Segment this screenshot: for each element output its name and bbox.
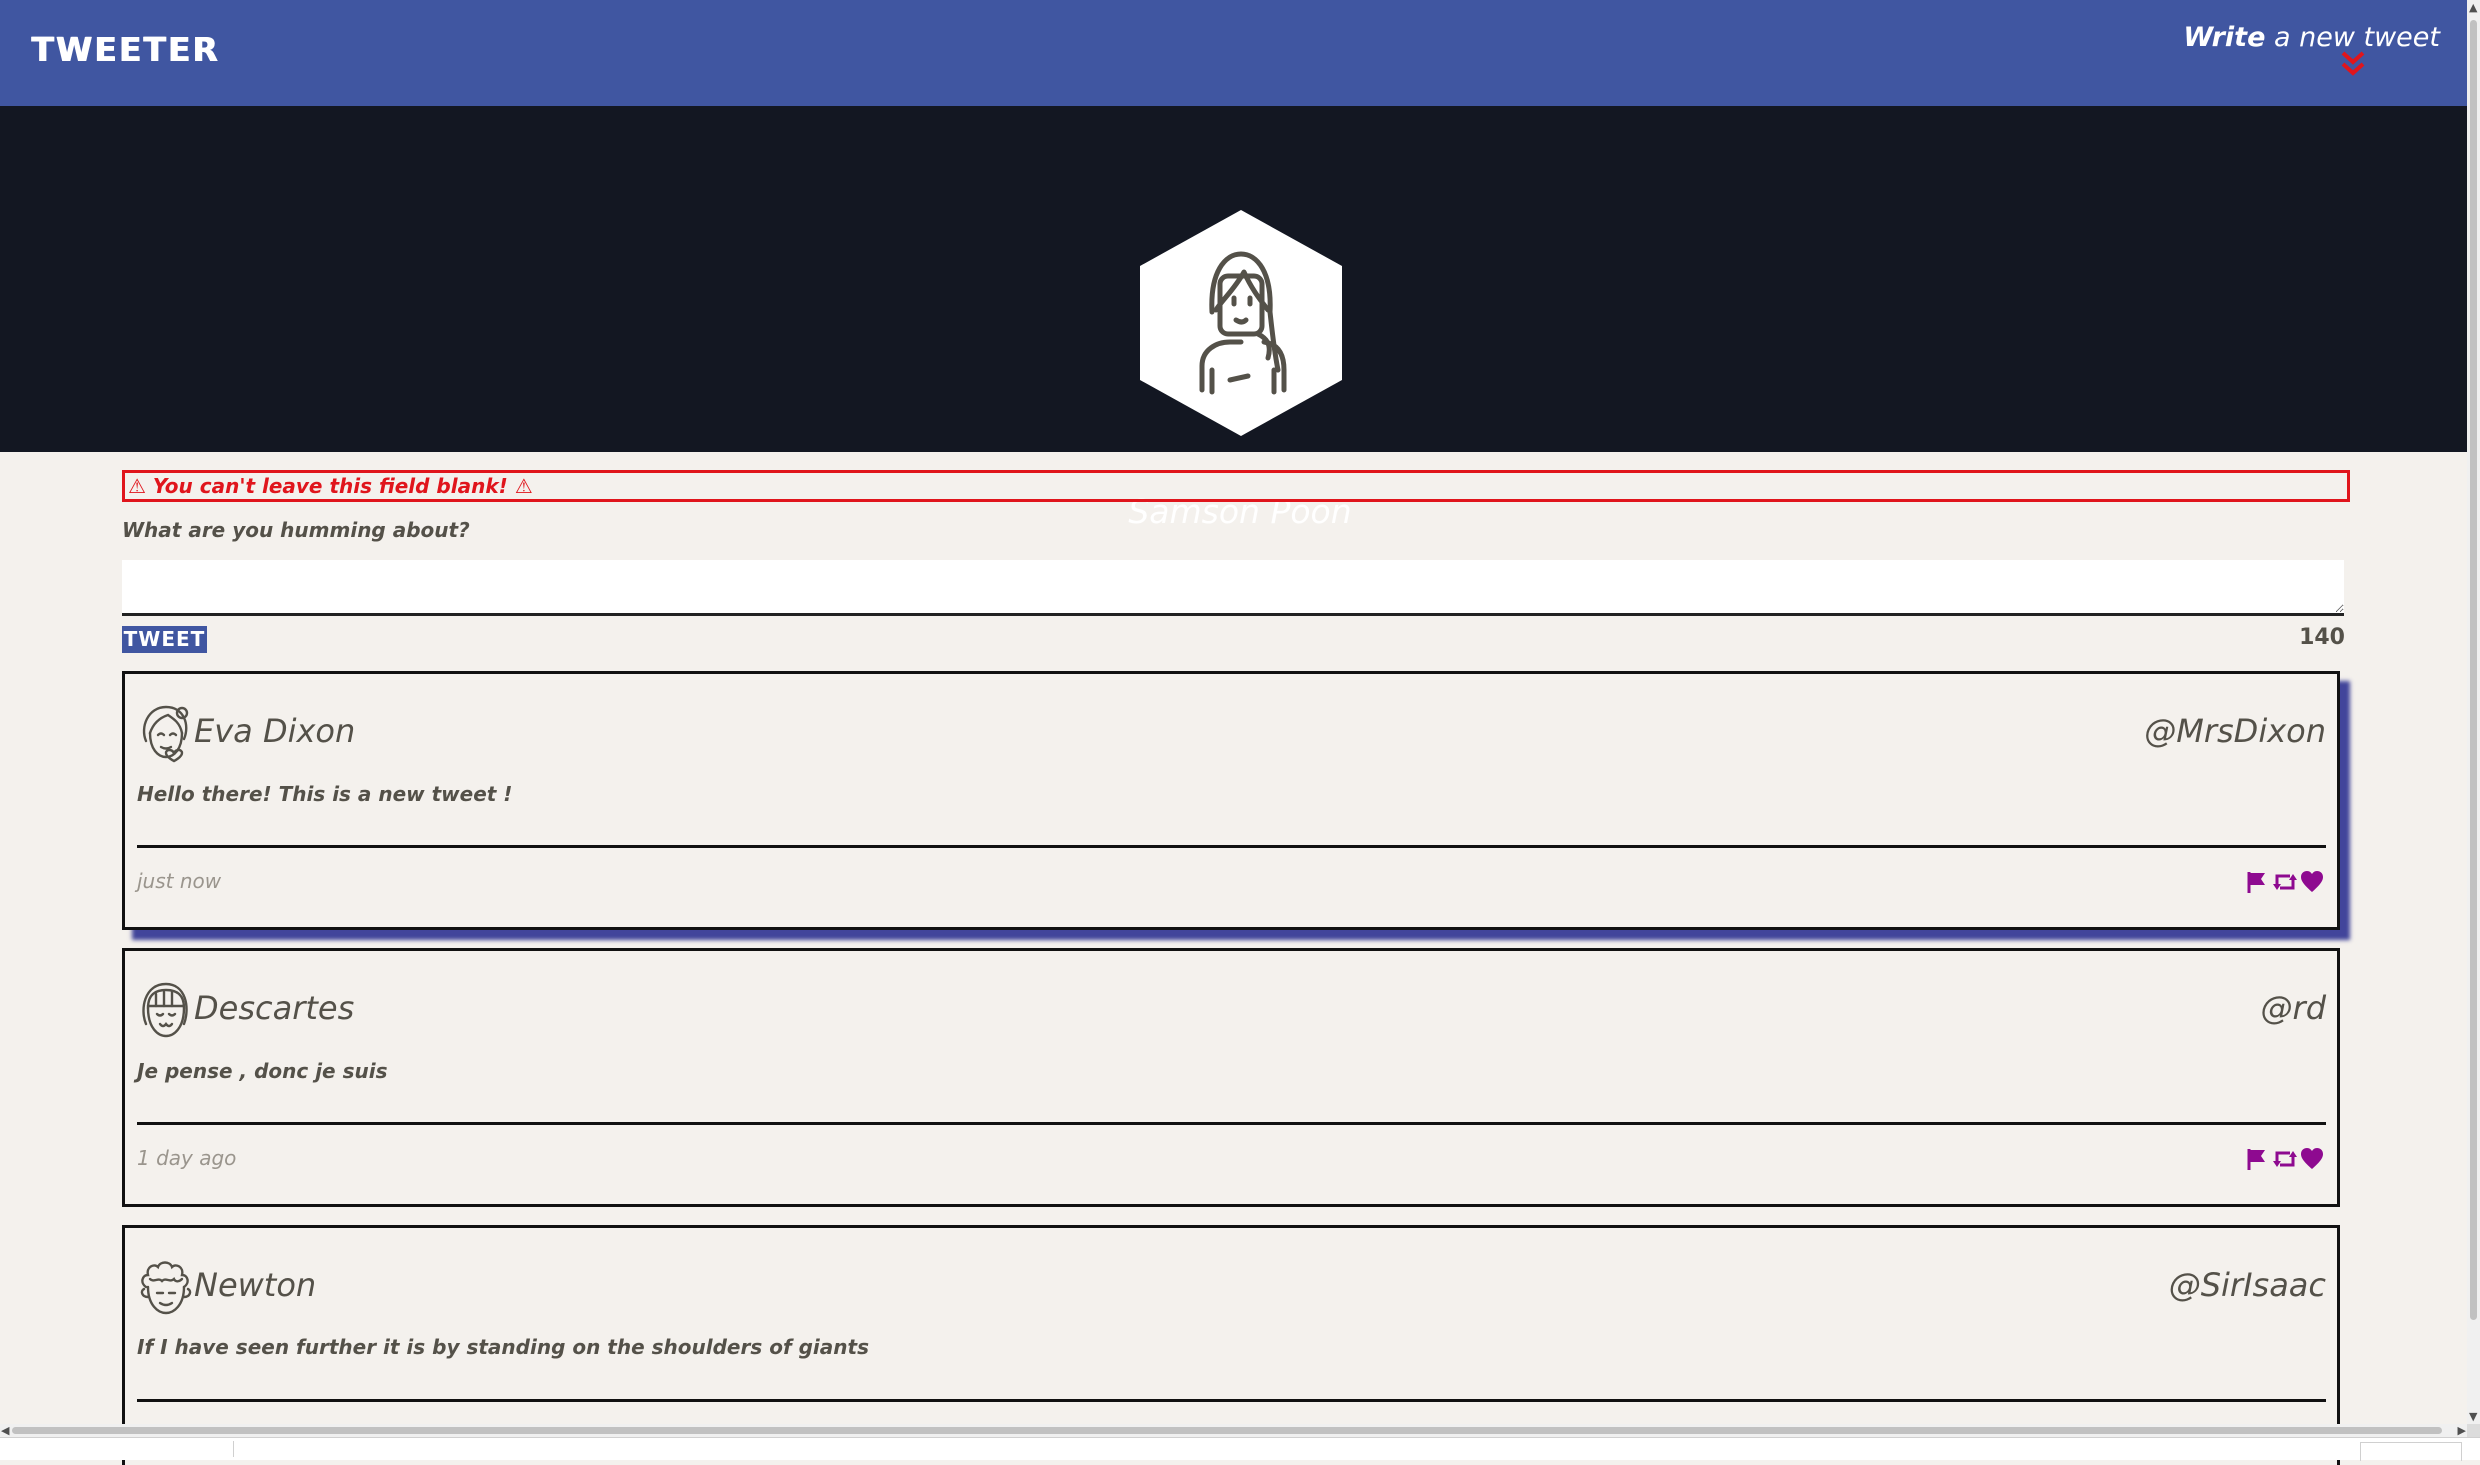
tweet-divider [137,1399,2326,1402]
tweet-timestamp: 1 day ago [137,1146,237,1170]
error-message: ⚠ You can't leave this field blank! ⚠ [122,470,2350,502]
brand-logo[interactable]: TWEETER [31,30,219,69]
tweet-content: Hello there! This is a new tweet ! [137,782,513,806]
scrollbar-corner [2467,1424,2480,1437]
retweet-icon[interactable] [2272,870,2298,898]
heart-icon[interactable] [2300,1147,2324,1175]
tweet-content: Je pense , donc je suis [137,1059,388,1083]
tweet-content: If I have seen further it is by standing… [137,1335,869,1359]
retweet-icon[interactable] [2272,1147,2298,1175]
horizontal-scroll-thumb[interactable] [12,1427,2442,1434]
scroll-right-arrow-icon[interactable]: ▶ [2458,1425,2466,1436]
scroll-left-arrow-icon[interactable]: ◀ [1,1425,9,1436]
profile-avatar [1140,210,1342,436]
tweet-divider [137,845,2326,848]
heart-icon[interactable] [2300,870,2324,898]
tweet-author-name: Newton [194,1266,317,1304]
tweet-author-name: Eva Dixon [194,712,356,750]
top-navbar: TWEETER Write a new tweet [0,0,2467,106]
tweet-card: Eva Dixon @MrsDixon Hello there! This is… [122,671,2340,930]
horizontal-scrollbar[interactable]: ◀ ▶ [0,1424,2467,1437]
chevron-double-down-icon[interactable] [2333,50,2373,84]
status-strip-box [2360,1442,2462,1461]
status-strip-divider [233,1441,234,1457]
tweet-author-handle: @MrsDixon [2144,712,2326,750]
scroll-up-arrow-icon[interactable]: ▲ [2469,2,2477,13]
status-strip [0,1437,2480,1461]
tweet-textarea[interactable] [122,560,2344,616]
tweet-submit-button[interactable]: TWEET [122,626,207,653]
scroll-down-arrow-icon[interactable]: ▼ [2469,1411,2477,1422]
write-rest-label: a new tweet [2274,22,2440,53]
character-counter: 140 [2299,625,2345,650]
vertical-scroll-thumb[interactable] [2470,20,2477,1320]
profile-header: Samson Poon [0,106,2467,531]
tweet-actions [2246,870,2326,896]
tweet-author-handle: @rd [2260,989,2326,1027]
woman-avatar-icon [142,705,189,763]
write-bold-label: Write [2183,22,2266,53]
tweet-timestamp: just now [137,869,222,893]
tweet-author-handle: @SirIsaac [2168,1266,2326,1304]
curly-hair-avatar-icon [140,1261,192,1315]
tweet-actions [2246,1147,2326,1173]
tweet-divider [137,1122,2326,1125]
bangs-avatar-icon [142,982,188,1038]
compose-prompt-label: What are you humming about? [122,518,470,542]
write-new-tweet-link[interactable]: Write a new tweet [2183,22,2440,53]
vertical-scrollbar[interactable]: ▲ ▼ [2467,0,2480,1424]
flag-icon[interactable] [2246,1147,2268,1175]
tweet-card: Descartes @rd Je pense , donc je suis 1 … [122,948,2340,1207]
tweet-author-name: Descartes [194,989,355,1027]
flag-icon[interactable] [2246,870,2268,898]
